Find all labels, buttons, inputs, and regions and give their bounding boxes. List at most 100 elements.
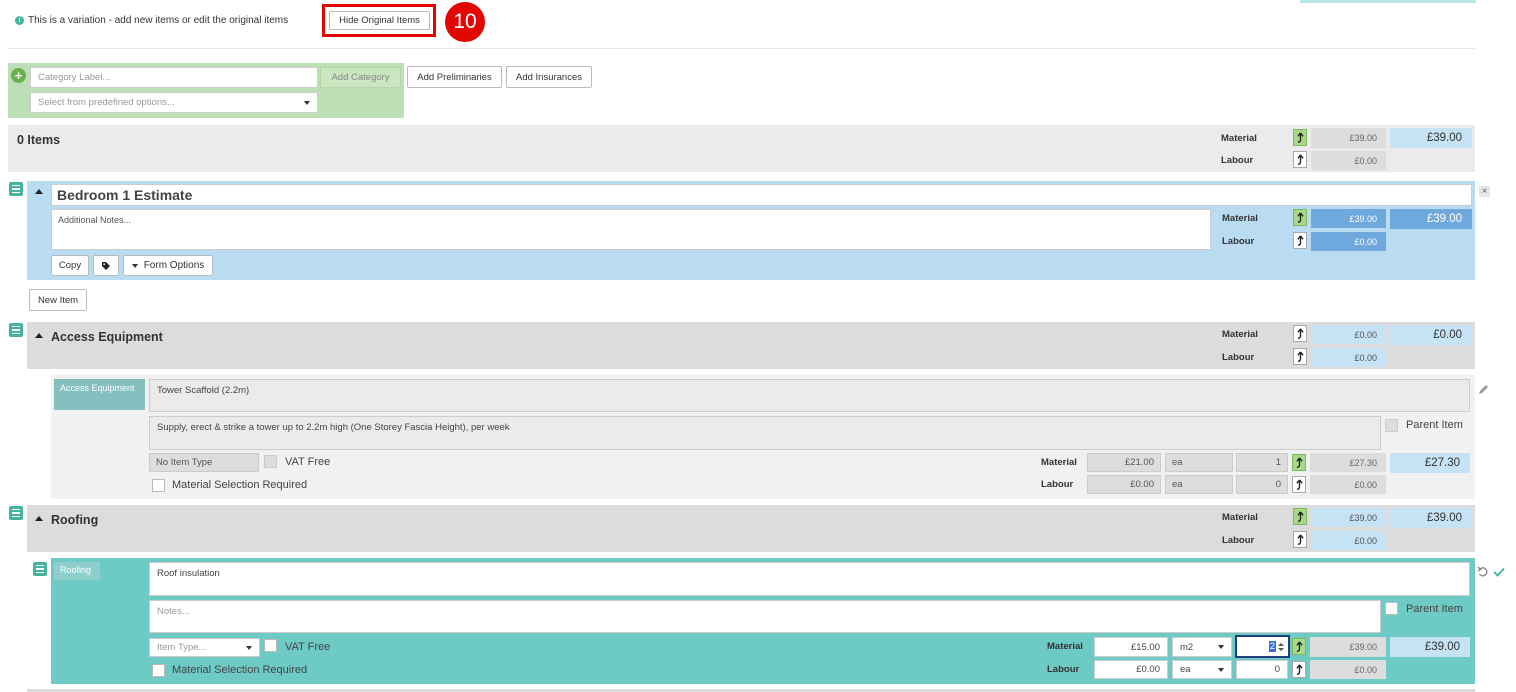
predefined-options-select[interactable]: Select from predefined options... <box>30 92 318 113</box>
material-quantity[interactable]: 1 <box>1236 453 1288 472</box>
roofing-item-tag-label: Roofing <box>60 565 92 575</box>
labour-unit-value: ea <box>1180 664 1191 675</box>
roofing-material-value: £39.00 <box>1311 508 1386 527</box>
collapse-icon[interactable] <box>35 189 43 194</box>
pencil-icon[interactable] <box>1478 384 1489 395</box>
push-up-arrow-icon[interactable] <box>1293 325 1307 342</box>
material-price[interactable]: £21.00 <box>1087 453 1161 472</box>
labour-price-input[interactable]: £0.00 <box>1094 660 1168 679</box>
variation-info-text: This is a variation - add new items or e… <box>28 15 289 26</box>
parent-item-checkbox[interactable] <box>1385 602 1398 615</box>
roofing-item-material-value: £39.00 <box>1310 637 1386 657</box>
push-up-arrow-icon[interactable] <box>1293 129 1307 146</box>
item-type-field[interactable]: No Item Type <box>149 453 259 472</box>
spinner-icon[interactable] <box>1278 642 1284 651</box>
labour-price[interactable]: £0.00 <box>1087 475 1161 494</box>
material-unit-select[interactable]: m2 <box>1172 637 1232 657</box>
material-label: Material <box>1222 512 1258 523</box>
material-quantity-value: 2 <box>1268 641 1276 652</box>
labour-label: Labour <box>1047 664 1080 675</box>
estimate-title-input[interactable]: Bedroom 1 Estimate <box>51 184 1472 206</box>
labour-quantity-input[interactable]: 0 <box>1236 660 1288 679</box>
material-selection-label: Material Selection Required <box>172 664 308 676</box>
parent-item-checkbox[interactable] <box>1385 419 1398 432</box>
form-options-label: Form Options <box>143 260 205 271</box>
vat-free-checkbox[interactable] <box>264 455 277 468</box>
close-icon[interactable]: × <box>1479 186 1490 197</box>
labour-unit[interactable]: ea <box>1165 475 1233 494</box>
top-right-accent-bar <box>1300 0 1476 3</box>
push-up-arrow-icon[interactable] <box>1293 531 1307 548</box>
undo-icon[interactable] <box>1477 566 1489 578</box>
summary-total: £39.00 <box>1390 128 1472 148</box>
drag-handle-icon[interactable] <box>9 506 23 520</box>
roofing-total: £39.00 <box>1390 508 1472 528</box>
labour-label: Labour <box>1222 535 1255 546</box>
access-item-material-value: £27.30 <box>1310 453 1386 472</box>
item-type-placeholder: Item Type... <box>157 642 207 653</box>
access-item-description-text: Supply, erect & strike a tower up to 2.2… <box>157 422 510 433</box>
push-up-arrow-icon[interactable] <box>1292 661 1306 678</box>
access-labour-value: £0.00 <box>1311 348 1386 367</box>
access-item-tag: Access Equipment <box>54 379 145 410</box>
push-up-arrow-icon[interactable] <box>1293 151 1307 168</box>
roofing-item-tag: Roofing <box>54 562 100 580</box>
material-unit-value: m2 <box>1180 641 1194 653</box>
estimate-labour-value: £0.00 <box>1311 232 1386 251</box>
divider <box>8 48 1475 49</box>
hide-original-items-button[interactable]: Hide Original Items <box>329 11 430 30</box>
predefined-options-placeholder: Select from predefined options... <box>38 97 175 108</box>
tag-button[interactable] <box>93 255 119 276</box>
push-up-arrow-icon[interactable] <box>1292 638 1306 655</box>
summary-labour-value: £0.00 <box>1311 151 1386 170</box>
estimate-title: Bedroom 1 Estimate <box>57 187 193 203</box>
chevron-down-icon <box>304 100 310 105</box>
labour-unit-select[interactable]: ea <box>1172 660 1232 679</box>
material-price-input[interactable]: £15.00 <box>1094 637 1168 657</box>
form-options-button[interactable]: Form Options <box>123 255 213 276</box>
add-preliminaries-button[interactable]: Add Preliminaries <box>407 66 502 88</box>
push-up-arrow-icon[interactable] <box>1292 454 1306 471</box>
roofing-notes-textarea[interactable]: Notes... <box>149 600 1381 633</box>
material-label: Material <box>1222 213 1258 224</box>
additional-notes-placeholder: Additional Notes... <box>58 215 132 225</box>
material-unit[interactable]: ea <box>1165 453 1233 472</box>
labour-label: Labour <box>1222 236 1255 247</box>
roofing-notes-placeholder: Notes... <box>157 606 190 617</box>
roofing-item-labour-value: £0.00 <box>1310 660 1386 679</box>
push-up-arrow-icon[interactable] <box>1292 476 1306 493</box>
roofing-item-name: Roof insulation <box>157 568 220 579</box>
push-up-arrow-icon[interactable] <box>1293 508 1307 525</box>
add-insurances-button[interactable]: Add Insurances <box>506 66 592 88</box>
drag-handle-icon[interactable] <box>33 562 47 576</box>
additional-notes-textarea[interactable]: Additional Notes... <box>51 209 1211 250</box>
drag-handle-icon[interactable] <box>9 182 23 196</box>
copy-button[interactable]: Copy <box>51 255 89 276</box>
item-type-select[interactable]: Item Type... <box>149 638 260 657</box>
add-category-button[interactable]: Add Category <box>320 67 401 88</box>
material-label: Material <box>1222 329 1258 340</box>
new-item-button[interactable]: New Item <box>29 289 87 311</box>
plus-circle-icon[interactable]: + <box>11 68 26 83</box>
access-item-name-input[interactable]: Tower Scaffold (2.2m) <box>149 379 1470 412</box>
check-icon[interactable] <box>1493 567 1505 577</box>
collapse-icon[interactable] <box>35 333 43 338</box>
push-up-arrow-icon[interactable] <box>1293 348 1307 365</box>
material-selection-checkbox[interactable] <box>152 664 165 677</box>
collapse-icon[interactable] <box>35 516 43 521</box>
roofing-labour-value: £0.00 <box>1311 531 1386 550</box>
material-selection-checkbox[interactable] <box>152 479 165 492</box>
drag-handle-icon[interactable] <box>9 323 23 337</box>
roofing-item-name-input[interactable]: Roof insulation <box>149 562 1470 596</box>
labour-quantity[interactable]: 0 <box>1236 475 1288 494</box>
vat-free-checkbox[interactable] <box>264 639 277 652</box>
material-quantity-input[interactable]: 2 <box>1235 635 1290 658</box>
chevron-down-icon <box>131 263 138 268</box>
access-item-tag-label: Access Equipment <box>60 383 135 393</box>
category-label-input[interactable]: Category Label... <box>30 67 318 88</box>
access-item-description[interactable]: Supply, erect & strike a tower up to 2.2… <box>149 416 1381 450</box>
roofing-category-title: Roofing <box>51 513 99 527</box>
push-up-arrow-icon[interactable] <box>1293 232 1307 249</box>
info-icon: i <box>15 16 24 25</box>
push-up-arrow-icon[interactable] <box>1293 209 1307 226</box>
